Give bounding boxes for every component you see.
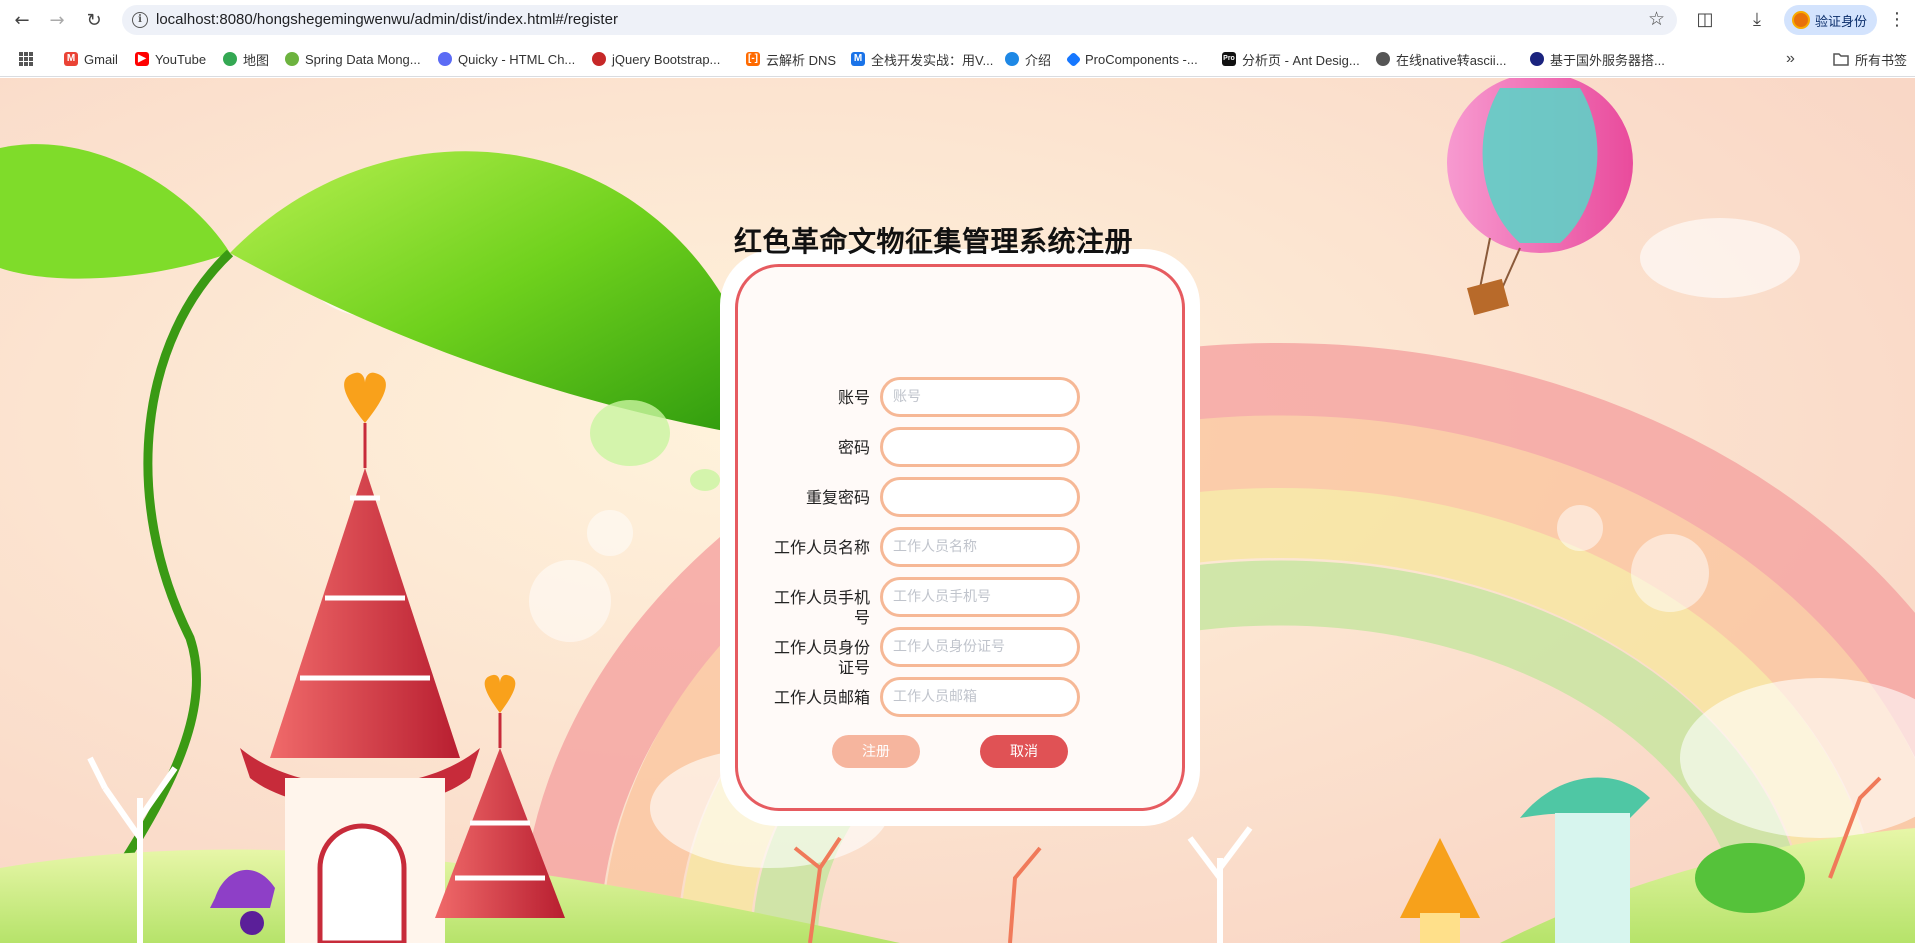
account-label: 账号 (837, 388, 870, 407)
staff-id-input[interactable] (880, 627, 1080, 667)
all-bookmarks[interactable]: 所有书签 (1833, 49, 1907, 69)
aliyun-icon: [-] (746, 52, 760, 66)
profile-label: 验证身份 (1815, 14, 1868, 30)
spring-leaf-icon (285, 52, 299, 66)
staff-email-input[interactable] (880, 677, 1080, 717)
bookmark-ant-design[interactable]: Pro 分析页 - Ant Desig... (1222, 49, 1360, 69)
reload-icon[interactable]: ↻ (82, 8, 106, 32)
youtube-icon: ▶ (135, 52, 149, 66)
account-input[interactable] (880, 377, 1080, 417)
bookmark-maps[interactable]: 地图 (223, 49, 269, 69)
bookmark-quicky[interactable]: Quicky - HTML Ch... (438, 49, 575, 69)
address-bar[interactable]: i localhost:8080/hongshegemingwenwu/admi… (122, 5, 1677, 35)
download-icon[interactable]: ⤓ (1745, 8, 1769, 32)
staff-name-label: 工作人员名称 (773, 538, 870, 557)
bookmark-fullstack[interactable]: M 全栈开发实战：用V... (851, 49, 993, 69)
avatar (1792, 11, 1810, 29)
apps-icon[interactable] (18, 49, 34, 69)
server-logo-icon (1530, 52, 1544, 66)
more-bookmarks-icon[interactable]: » (1786, 49, 1795, 69)
globe-icon (1376, 52, 1390, 66)
back-icon[interactable]: ← (10, 8, 34, 32)
menu-icon[interactable]: ⋮ (1885, 8, 1909, 32)
gmail-icon: M (64, 52, 78, 66)
pro-logo-icon: Pro (1222, 52, 1236, 66)
bookmark-dns[interactable]: [-] 云解析 DNS (746, 49, 836, 69)
procomponents-icon (1065, 51, 1082, 67)
register-button[interactable]: 注册 (832, 735, 920, 768)
bookmark-gmail[interactable]: M Gmail (64, 49, 118, 69)
extensions-icon[interactable]: ◫ (1693, 8, 1717, 32)
password-label: 密码 (837, 438, 870, 457)
bookmark-youtube[interactable]: ▶ YouTube (135, 49, 206, 69)
staff-phone-label: 工作人员手机号 (773, 588, 870, 627)
staff-email-label: 工作人员邮箱 (773, 688, 870, 707)
staff-name-input[interactable] (880, 527, 1080, 567)
page-title: 红色革命文物征集管理系统注册 (734, 225, 1134, 258)
profile-button[interactable]: 验证身份 (1784, 5, 1877, 35)
repeat-password-label: 重复密码 (805, 488, 870, 507)
staff-phone-input[interactable] (880, 577, 1080, 617)
forward-icon[interactable]: → (45, 8, 69, 32)
bookmark-star-icon[interactable]: ☆ (1648, 8, 1665, 30)
map-pin-icon (223, 52, 237, 66)
url-text[interactable]: localhost:8080/hongshegemingwenwu/admin/… (156, 11, 618, 28)
repeat-password-input[interactable] (880, 477, 1080, 517)
bookmark-native-ascii[interactable]: 在线native转ascii... (1376, 49, 1507, 69)
globe-icon (1005, 52, 1019, 66)
bookmark-server[interactable]: 基于国外服务器搭... (1530, 49, 1665, 69)
site-info-icon[interactable]: i (132, 12, 148, 28)
cancel-button[interactable]: 取消 (980, 735, 1068, 768)
bookmark-intro[interactable]: 介绍 (1005, 49, 1051, 69)
bookmark-spring[interactable]: Spring Data Mong... (285, 49, 421, 69)
staff-id-label: 工作人员身份证号 (773, 638, 870, 677)
browser-toolbar: ← → ↻ i localhost:8080/hongshegemingwenw… (0, 0, 1915, 40)
messenger-icon (438, 52, 452, 66)
jquery-icon (592, 52, 606, 66)
bookmark-jquery[interactable]: jQuery Bootstrap... (592, 49, 720, 69)
folder-icon (1833, 53, 1849, 66)
m-logo-icon: M (851, 52, 865, 66)
bookmarks-bar: M Gmail ▶ YouTube 地图 Spring Data Mong... Q… (0, 40, 1915, 77)
password-input[interactable] (880, 427, 1080, 467)
bookmark-procomponents[interactable]: ProComponents -... (1065, 49, 1198, 69)
